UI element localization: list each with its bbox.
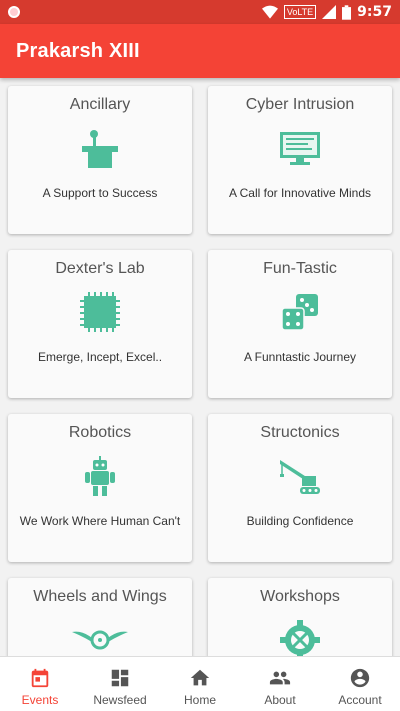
event-card-ancillary[interactable]: Ancillary A Support to Success [8,86,192,234]
card-title: Robotics [68,424,132,441]
card-subtitle: A Support to Success [42,186,158,200]
card-title: Dexter's Lab [55,260,145,277]
event-card-wheels-and-wings[interactable]: Wheels and Wings [8,578,192,656]
event-card-structonics[interactable]: Structonics Building Confidence [208,414,392,562]
nav-label: Events [21,693,59,707]
home-icon [190,669,210,686]
event-card-fun-tastic[interactable]: Fun-Tastic A Funntastic Journey [208,250,392,398]
nav-label: About [264,693,296,707]
robot-icon [85,456,115,496]
nav-item-home[interactable]: Home [160,657,240,711]
nav-label: Account [338,693,382,707]
account-icon [350,668,370,688]
nav-item-events[interactable]: Events [0,657,80,711]
tools-gear-icon [280,620,320,656]
people-icon [269,671,291,685]
podium-icon [82,130,118,168]
crane-icon [280,460,320,494]
event-card-cyber-intrusion[interactable]: Cyber Intrusion A Call for Innovative Mi… [208,86,392,234]
card-title: Wheels and Wings [33,588,167,605]
volte-badge: VoLTE [283,5,317,19]
card-title: Ancillary [69,96,131,113]
nav-item-newsfeed[interactable]: Newsfeed [80,657,160,711]
status-bar: VoLTE 9:57 [0,0,400,24]
app-bar: Prakarsh XIII [0,24,400,78]
winged-wheel-icon [72,630,128,650]
chip-icon [80,292,120,332]
nav-label: Home [183,693,216,707]
dice-icon [281,294,318,331]
clock: 9:57 [357,4,392,20]
notification-icon [8,6,20,18]
app-title: Prakarsh XIII [16,39,140,62]
card-subtitle: A Call for Innovative Minds [228,186,372,200]
events-grid: Ancillary A Support to Success Cyber Int… [0,78,400,656]
card-title: Cyber Intrusion [245,96,355,113]
nav-item-about[interactable]: About [240,657,320,711]
card-subtitle: Building Confidence [246,514,354,528]
nav-item-account[interactable]: Account [320,657,400,711]
event-card-robotics[interactable]: Robotics We Work Where Human Can't [8,414,192,562]
computer-icon [280,132,320,165]
nav-label: Newsfeed [93,693,147,707]
wifi-icon [261,5,278,19]
card-title: Workshops [260,588,340,605]
card-subtitle: Emerge, Incept, Excel.. [37,350,163,364]
bottom-navigation: Events Newsfeed Home About Account [0,656,400,711]
card-subtitle: A Funntastic Journey [243,350,357,364]
dashboard-icon [111,669,129,687]
event-card-workshops[interactable]: Workshops [208,578,392,656]
event-card-dexters-lab[interactable]: Dexter's Lab Emerge, Incept, Excel.. [8,250,192,398]
card-subtitle: We Work Where Human Can't [19,514,181,528]
events-icon [31,668,49,688]
battery-icon [342,4,352,20]
card-title: Structonics [260,424,340,441]
card-title: Fun-Tastic [263,260,337,277]
signal-icon [322,5,337,19]
